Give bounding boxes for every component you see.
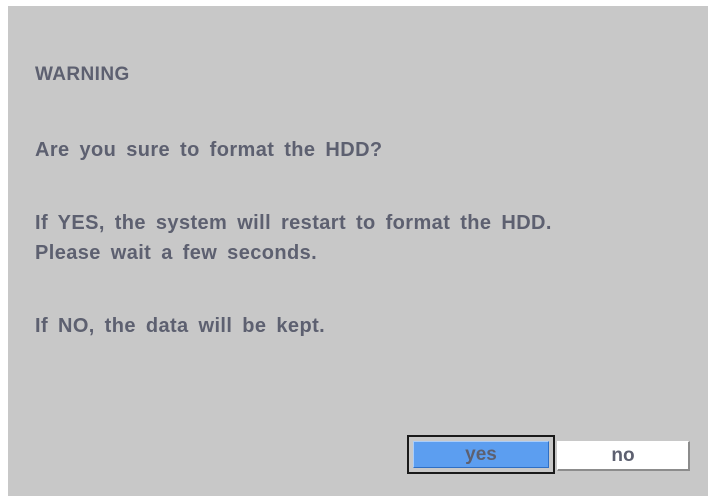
yes-explanation-line-1: If YES, the system will restart to forma… [35,212,552,234]
yes-button-focus-frame: yes [407,435,555,474]
confirm-question: Are you sure to format the HDD? [35,139,383,161]
no-button[interactable]: no [557,441,690,471]
format-hdd-warning-dialog: WARNING Are you sure to format the HDD? … [8,6,708,496]
yes-button[interactable]: yes [413,441,549,468]
dialog-title: WARNING [35,64,130,85]
no-explanation: If NO, the data will be kept. [35,315,326,337]
yes-explanation-line-2: Please wait a few seconds. [35,242,318,264]
